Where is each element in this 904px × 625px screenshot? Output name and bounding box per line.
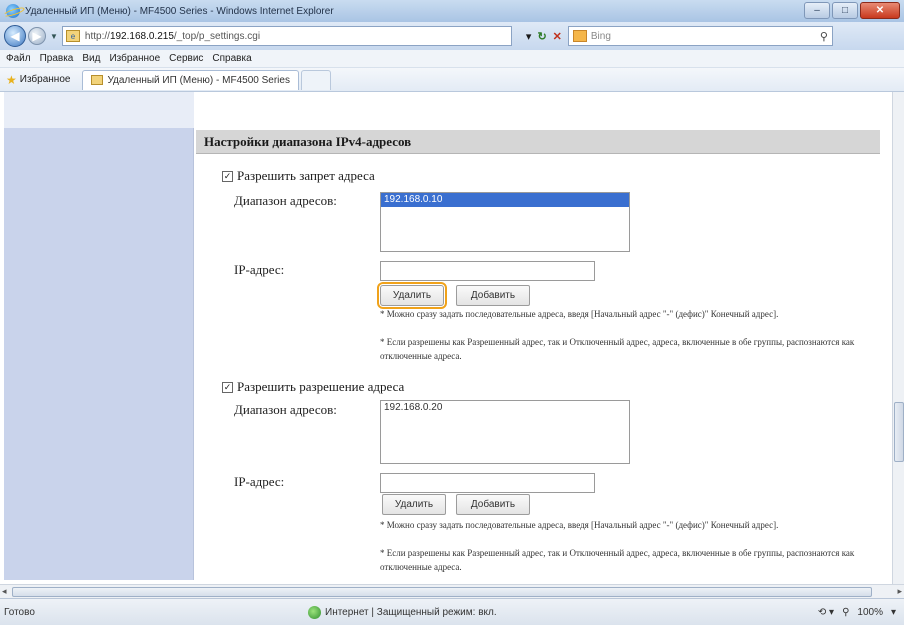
page-content: Настройки диапазона IPv4-адресов ✓ Разре… — [0, 92, 892, 584]
favorites-star-icon[interactable]: ★ — [6, 73, 17, 87]
deny-note-2: * Если разрешены как Разрешенный адрес, … — [380, 337, 855, 361]
refresh-icon[interactable]: ↻ — [537, 30, 546, 43]
list-item[interactable]: 192.168.0.10 — [381, 193, 629, 207]
allow-address-checkbox-row[interactable]: ✓ Разрешить разрешение адреса — [222, 379, 404, 395]
section-title: Настройки диапазона IPv4-адресов — [196, 130, 880, 154]
left-pane-header — [4, 92, 194, 128]
deny-note-1: * Можно сразу задать последовательные ад… — [380, 309, 779, 319]
deny-add-button[interactable]: Добавить — [456, 285, 530, 306]
bing-icon — [572, 30, 587, 42]
maximize-button[interactable]: □ — [832, 2, 858, 19]
minimize-button[interactable]: – — [804, 2, 830, 19]
deny-ip-input[interactable] — [380, 261, 595, 281]
allow-address-checkbox[interactable]: ✓ — [222, 381, 233, 393]
address-row: ◀ ▶ ▼ e http://192.168.0.215/_top/p_sett… — [0, 22, 904, 50]
deny-delete-button[interactable]: Удалить — [377, 282, 447, 309]
forward-button[interactable]: ▶ — [28, 27, 46, 45]
address-tools: ▾ ↻ ✕ — [526, 30, 562, 43]
close-button[interactable]: ✕ — [860, 2, 900, 19]
window-controls: – □ ✕ — [804, 2, 900, 19]
back-button[interactable]: ◀ — [4, 25, 26, 47]
favorites-label[interactable]: Избранное — [20, 74, 71, 85]
history-dropdown-icon[interactable]: ▼ — [50, 32, 58, 41]
vertical-scroll-thumb[interactable] — [894, 402, 904, 462]
search-input[interactable]: Bing — [591, 31, 820, 42]
new-tab-button[interactable] — [300, 69, 331, 90]
menu-favorites[interactable]: Избранное — [109, 53, 160, 64]
tab-site-icon — [91, 75, 104, 85]
allow-ip-input[interactable] — [380, 473, 595, 493]
internet-zone-icon — [308, 605, 321, 619]
address-bar[interactable]: e http://192.168.0.215/_top/p_settings.c… — [61, 26, 512, 46]
zoom-level[interactable]: 100% — [857, 607, 883, 618]
browser-tab[interactable]: Удаленный ИП (Меню) - MF4500 Series — [82, 69, 299, 90]
zoom-dropdown-icon[interactable]: ▾ — [891, 607, 896, 618]
allow-note-1: * Можно сразу задать последовательные ад… — [380, 520, 779, 530]
deny-address-label: Разрешить запрет адреса — [237, 168, 375, 183]
menu-file[interactable]: Файл — [6, 53, 31, 64]
url-text[interactable]: http://192.168.0.215/_top/p_settings.cgi — [85, 31, 260, 42]
address-dropdown-icon[interactable]: ▾ — [526, 30, 532, 43]
scroll-left-icon[interactable]: ◂ — [2, 586, 7, 597]
allow-add-button[interactable]: Добавить — [456, 494, 530, 515]
privacy-icon[interactable]: ⟲ ▾ — [818, 607, 834, 618]
allow-address-label: Разрешить разрешение адреса — [237, 379, 405, 394]
deny-ip-label: IP-адрес: — [234, 262, 285, 277]
menu-view[interactable]: Вид — [82, 53, 100, 64]
deny-range-label: Диапазон адресов: — [234, 193, 337, 208]
zone-text: Интернет | Защищенный режим: вкл. — [325, 606, 497, 618]
zoom-area: ⟲ ▾ ⚲ 100% ▾ — [818, 607, 896, 618]
scroll-right-icon[interactable]: ▸ — [897, 586, 902, 597]
vertical-scrollbar[interactable] — [892, 92, 904, 584]
window-title: Удаленный ИП (Меню) - MF4500 Series - Wi… — [25, 5, 334, 17]
tab-title: Удаленный ИП (Меню) - MF4500 Series — [107, 74, 290, 86]
site-icon: e — [65, 30, 80, 42]
favorites-bar: ★ Избранное Удаленный ИП (Меню) - MF4500… — [0, 68, 904, 92]
search-box[interactable]: Bing ⚲ — [567, 26, 833, 46]
horizontal-scroll-thumb[interactable] — [12, 587, 872, 597]
menu-edit[interactable]: Правка — [40, 53, 74, 64]
ie-logo-icon — [6, 4, 20, 18]
status-bar: Готово Интернет | Защищенный режим: вкл.… — [0, 598, 904, 625]
deny-range-list[interactable]: 192.168.0.10 — [380, 192, 630, 252]
allow-note-2: * Если разрешены как Разрешенный адрес, … — [380, 548, 855, 572]
menu-tools[interactable]: Сервис — [169, 53, 203, 64]
allow-delete-button[interactable]: Удалить — [382, 494, 446, 515]
left-nav-pane — [4, 128, 194, 580]
horizontal-scrollbar[interactable]: ◂ ▸ — [0, 584, 904, 598]
security-zone[interactable]: Интернет | Защищенный режим: вкл. — [308, 605, 497, 619]
deny-address-checkbox-row[interactable]: ✓ Разрешить запрет адреса — [222, 168, 375, 184]
stop-icon[interactable]: ✕ — [553, 30, 562, 43]
zoom-icon[interactable]: ⚲ — [842, 607, 849, 618]
list-item[interactable]: 192.168.0.20 — [381, 401, 629, 415]
deny-address-checkbox[interactable]: ✓ — [222, 170, 233, 182]
allow-range-list[interactable]: 192.168.0.20 — [380, 400, 630, 464]
allow-range-label: Диапазон адресов: — [234, 402, 337, 417]
menu-help[interactable]: Справка — [212, 53, 251, 64]
allow-ip-label: IP-адрес: — [234, 474, 285, 489]
status-text: Готово — [4, 606, 35, 618]
menu-bar: Файл Правка Вид Избранное Сервис Справка — [0, 50, 904, 68]
title-bar: Удаленный ИП (Меню) - MF4500 Series - Wi… — [0, 0, 904, 22]
search-icon[interactable]: ⚲ — [820, 30, 828, 43]
